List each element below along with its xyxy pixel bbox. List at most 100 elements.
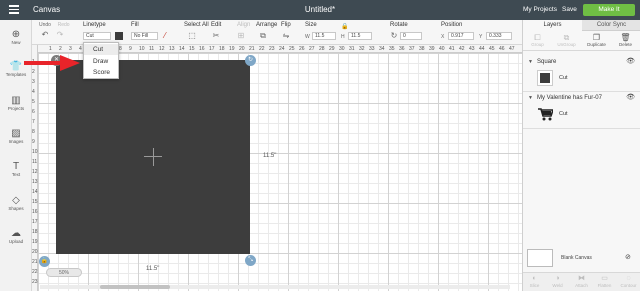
rotate-input[interactable]: 0: [400, 32, 422, 40]
size-h-prefix: H: [341, 34, 345, 40]
sidebar-item-images[interactable]: ▨ Images: [0, 128, 32, 144]
sidebar-label-templates: Templates: [5, 72, 27, 77]
duplicate-button[interactable]: ❐ Duplicate: [582, 33, 611, 47]
edit-icon[interactable]: ✂: [212, 32, 220, 40]
zoom-control[interactable]: 50%: [46, 268, 82, 277]
ruler-left-tick: 19: [32, 239, 38, 245]
ruler-top-tick: 41: [449, 46, 455, 52]
projects-icon: ▥: [11, 95, 21, 106]
lock-icon[interactable]: 🔒: [341, 23, 349, 31]
ruler-top-tick: 8: [119, 46, 122, 52]
ruler-left-tick: 10: [32, 149, 38, 155]
ruler-left-tick: 16: [32, 209, 38, 215]
redo-icon[interactable]: ↷: [56, 31, 64, 39]
group-button[interactable]: ⧠ Group: [523, 33, 552, 47]
contour-label: Contour: [620, 283, 637, 288]
group-icon: ⧠: [534, 33, 541, 42]
flatten-icon: ▭: [601, 275, 608, 282]
image-icon: ▨: [11, 128, 21, 139]
ruler-top-tick: 30: [339, 46, 345, 52]
sidebar-label-shapes: Shapes: [8, 206, 24, 211]
layer-item-label: Cut: [559, 111, 568, 117]
sidebar-item-shapes[interactable]: ◇ Shapes: [0, 195, 32, 211]
ruler-top-tick: 17: [209, 46, 215, 52]
arrange-icon[interactable]: ⧉: [259, 32, 267, 40]
layers-panel: Layers Color Sync ⧠ Group ⧉ UnGroup ❐ Du…: [522, 20, 640, 291]
sidebar-item-new[interactable]: ⊕ New: [0, 29, 32, 45]
tab-layers[interactable]: Layers: [523, 20, 582, 31]
panel-tabs: Layers Color Sync: [523, 20, 640, 31]
ruler-top-tick: 34: [379, 46, 385, 52]
ruler-top-tick: 2: [59, 46, 62, 52]
linetype-option-score[interactable]: Score: [84, 67, 118, 78]
tab-color-sync[interactable]: Color Sync: [582, 20, 640, 31]
ruler-top-tick: 16: [199, 46, 205, 52]
flip-icon[interactable]: ⇋: [282, 32, 290, 40]
weld-button[interactable]: ◑ Weld: [546, 275, 569, 288]
horizontal-scrollbar[interactable]: [40, 285, 510, 289]
ruler-top-tick: 4: [79, 46, 82, 52]
trash-icon: 🗑: [620, 33, 631, 42]
eye-icon[interactable]: 👁: [626, 57, 635, 67]
delete-button[interactable]: 🗑 Delete: [611, 33, 640, 47]
sidebar-label-upload: Upload: [8, 239, 24, 244]
ruler-left-tick: 22: [32, 269, 38, 275]
sidebar-item-upload[interactable]: ☁ Upload: [0, 228, 32, 244]
layer-name: Square: [537, 59, 557, 65]
ungroup-label: UnGroup: [557, 42, 576, 47]
linetype-dropdown: Cut Draw Score: [83, 42, 119, 79]
ruler-left-tick: 21: [32, 259, 38, 265]
ruler-top-tick: 21: [249, 46, 255, 52]
upload-icon: ☁: [11, 228, 21, 239]
linetype-select[interactable]: Cut: [83, 32, 111, 40]
fill-label: Fill: [131, 22, 139, 28]
eye-icon[interactable]: 👁: [626, 93, 635, 103]
layer-group-square[interactable]: ▼ Square 👁: [523, 57, 640, 67]
no-fill-icon[interactable]: ⁄: [161, 32, 169, 40]
ruler-top-tick: 44: [479, 46, 485, 52]
flatten-button[interactable]: ▭ Flatten: [593, 275, 616, 288]
sidebar-item-text[interactable]: T Text: [0, 161, 32, 177]
undo-icon[interactable]: ↶: [41, 31, 49, 39]
align-icon[interactable]: ⊞: [237, 32, 245, 40]
red-arrow-icon: [24, 55, 80, 71]
ruler-top-tick: 32: [359, 46, 365, 52]
eye-slash-icon[interactable]: ⊘: [625, 253, 631, 261]
select-all-icon[interactable]: ⬚: [188, 32, 196, 40]
rotate-handle-icon[interactable]: ↻: [245, 55, 256, 66]
ungroup-button[interactable]: ⧉ UnGroup: [552, 33, 581, 47]
linetype-option-draw[interactable]: Draw: [84, 56, 118, 67]
group-label: Group: [531, 42, 544, 47]
my-projects-link[interactable]: My Projects: [523, 6, 557, 13]
scrollbar-thumb[interactable]: [100, 285, 170, 289]
ruler-top-tick: 20: [239, 46, 245, 52]
blank-canvas-row[interactable]: Blank Canvas ⊘: [527, 249, 637, 269]
position-y-input[interactable]: 0.333: [486, 32, 512, 40]
size-width-input[interactable]: 11.5: [312, 32, 336, 40]
hamburger-menu-icon[interactable]: [9, 5, 19, 14]
chevron-down-icon[interactable]: ▼: [528, 57, 533, 67]
ruler-left-tick: 9: [32, 139, 35, 145]
make-it-button[interactable]: Make It: [583, 4, 635, 16]
chevron-down-icon[interactable]: ▼: [528, 93, 533, 103]
ruler-left-tick: 11: [32, 159, 38, 165]
linetype-color-swatch[interactable]: [115, 32, 123, 40]
ruler-left-tick: 3: [32, 79, 35, 85]
attach-button[interactable]: ⧓ Attach: [570, 275, 593, 288]
edit-label: Edit: [211, 22, 222, 28]
contour-button[interactable]: ◌ Contour: [617, 275, 640, 288]
position-x-input[interactable]: 0.917: [448, 32, 474, 40]
save-link[interactable]: Save: [562, 6, 577, 13]
ruler-top-tick: 13: [169, 46, 175, 52]
slice-button[interactable]: ◐ Slice: [523, 275, 546, 288]
fill-select[interactable]: No Fill: [131, 32, 158, 40]
sidebar-label-projects: Projects: [7, 106, 25, 111]
design-canvas[interactable]: 1234567891011121314151617181920212223242…: [32, 45, 522, 291]
linetype-option-cut[interactable]: Cut: [84, 44, 118, 55]
layer-group-valentine[interactable]: ▼ My Valentine has Fur-07 👁: [523, 93, 640, 103]
sidebar-item-projects[interactable]: ▥ Projects: [0, 95, 32, 111]
sidebar-label-text: Text: [11, 172, 21, 177]
resize-handle-icon[interactable]: ⤡: [245, 255, 256, 266]
size-height-input[interactable]: 11.5: [348, 32, 372, 40]
lock-handle-icon[interactable]: 🔒: [39, 256, 50, 267]
